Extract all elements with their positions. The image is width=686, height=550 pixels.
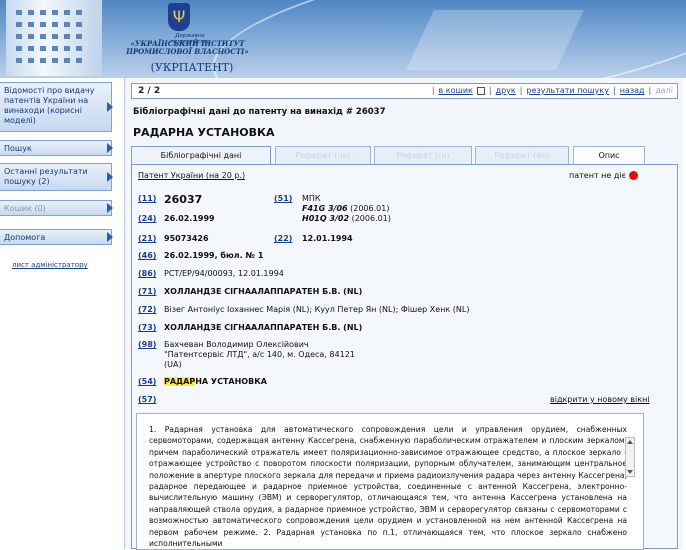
ipc-class-1: F41G 3/06 (2006.01) xyxy=(302,204,389,213)
open-new-window-link[interactable]: відкрити у новому вікні xyxy=(550,395,650,404)
tab-abstract-ua[interactable]: Реферат (ua) xyxy=(275,146,371,164)
main-content: 2 / 2 | в кошик | друк | результати пошу… xyxy=(124,78,683,550)
separator: | xyxy=(431,86,435,95)
code-72[interactable]: (72) xyxy=(138,305,156,314)
ipc-class-2-date: (2006.01) xyxy=(351,214,391,223)
building-illustration xyxy=(6,0,102,76)
owner: ХОЛЛАНДЗЕ СІГНААЛАППАРАТЕН Б.В. (NL) xyxy=(164,323,363,332)
org-name: «УКРАЇНСЬКИЙ ІНСТИТУТ ПРОМИСЛОВОЇ ВЛАСНО… xyxy=(120,40,255,56)
code-51[interactable]: (51) xyxy=(274,194,292,203)
tab-abstract-en[interactable]: Реферат (en) xyxy=(475,146,569,164)
applicant: ХОЛЛАНДЗЕ СІГНААЛАППАРАТЕН Б.В. (NL) xyxy=(164,287,363,296)
bulletin-date: 26.02.1999, бюл. № 1 xyxy=(164,251,264,260)
cart-checkbox[interactable] xyxy=(476,86,485,95)
bibliographic-panel: Патент України (на 20 р.) патент не діє … xyxy=(131,164,678,550)
header-banner: Ψ Державне підприємство «УКРАЇНСЬКИЙ ІНС… xyxy=(0,0,686,78)
patent-type-link[interactable]: Патент України (на 20 р.) xyxy=(138,171,245,180)
next-link: далі xyxy=(655,86,673,95)
org-short-name: (УКРПАТЕНТ) xyxy=(150,61,234,74)
pager: 2 / 2 xyxy=(138,86,161,96)
bibliographic-title: Бібліографічні дані до патенту на винахі… xyxy=(133,107,386,117)
ipc-label: МПК xyxy=(302,194,321,203)
ipc-class-1-date: (2006.01) xyxy=(350,204,390,213)
date-24: 26.02.1999 xyxy=(164,214,215,223)
code-54[interactable]: (54) xyxy=(138,377,156,386)
ipc-class-1-code: F41G 3/06 xyxy=(302,204,348,213)
attorney-country: (UA) xyxy=(164,360,182,369)
decorative-glass xyxy=(406,10,584,70)
ipc-class-2-code: H01Q 3/02 xyxy=(302,214,350,223)
code-98[interactable]: (98) xyxy=(138,340,156,349)
attorney-address: "Патентсервіс ЛТД", а/с 140, м. Одеса, 8… xyxy=(164,350,355,359)
separator: | xyxy=(612,86,616,95)
code-22[interactable]: (22) xyxy=(274,234,292,243)
sidebar-item-label: Пошук xyxy=(4,144,32,153)
tab-description[interactable]: Опис xyxy=(573,146,645,164)
claims-scrollbar[interactable] xyxy=(625,437,635,477)
code-71[interactable]: (71) xyxy=(138,287,156,296)
code-46[interactable]: (46) xyxy=(138,251,156,260)
status-red-dot-icon xyxy=(629,171,638,180)
invention-title-rest: НА УСТАНОВКА xyxy=(195,377,267,386)
sidebar-item-recent-results[interactable]: Останні результати пошуку (2) xyxy=(0,163,113,191)
sidebar-item-label: Кошик (0) xyxy=(4,204,46,213)
page-title: РАДАРНА УСТАНОВКА xyxy=(133,126,275,139)
patent-number: 26037 xyxy=(164,193,203,206)
inventors: Візег Антоніус Іоханнес Марія (NL); Куул… xyxy=(164,305,470,314)
trident-emblem-icon: Ψ xyxy=(168,3,190,31)
claims-text-box[interactable]: 1. Радарная установка для автоматическог… xyxy=(136,413,644,550)
code-24[interactable]: (24) xyxy=(138,214,156,223)
org-name-line2: ПРОМИСЛОВОЇ ВЛАСНОСТІ» xyxy=(126,47,249,56)
invention-title: РАДАРНА УСТАНОВКА xyxy=(164,377,267,386)
tab-abstract-ru[interactable]: Реферат (ru) xyxy=(374,146,472,164)
code-73[interactable]: (73) xyxy=(138,323,156,332)
separator: | xyxy=(648,86,652,95)
sidebar: Відомості про видачу патентів України на… xyxy=(0,78,122,549)
to-cart-link[interactable]: в кошик xyxy=(439,86,473,95)
sidebar-item-cart[interactable]: Кошик (0) xyxy=(0,200,113,216)
pct-application: PCT/EP/94/00093, 12.01.1994 xyxy=(164,269,284,278)
claims-text: 1. Радарная установка для автоматическог… xyxy=(149,425,627,549)
ipc-class-2: H01Q 3/02 (2006.01) xyxy=(302,214,391,223)
tab-bar: Бібліографічні дані Реферат (ua) Реферат… xyxy=(131,146,678,165)
status-text: патент не діє xyxy=(569,171,638,180)
separator: | xyxy=(488,86,492,95)
search-highlight: РАДАР xyxy=(164,377,196,386)
code-57[interactable]: (57) xyxy=(138,395,156,404)
sidebar-item-label: Останні результати пошуку (2) xyxy=(4,167,88,186)
sidebar-item-label: Відомості про видачу патентів України на… xyxy=(4,86,95,125)
tab-bibliographic[interactable]: Бібліографічні дані xyxy=(131,146,271,165)
sidebar-item-help[interactable]: Допомога xyxy=(0,229,113,245)
toolbar-actions: | в кошик | друк | результати пошуку | н… xyxy=(432,86,673,95)
attorney-name: Бахчеван Володимир Олексійович xyxy=(164,340,309,349)
sidebar-item-patents[interactable]: Відомості про видачу патентів України на… xyxy=(0,82,113,132)
sidebar-item-label: Допомога xyxy=(4,233,46,242)
toolbar: 2 / 2 | в кошик | друк | результати пошу… xyxy=(131,83,678,99)
back-link[interactable]: назад xyxy=(620,86,645,95)
code-86[interactable]: (86) xyxy=(138,269,156,278)
print-link[interactable]: друк xyxy=(496,86,516,95)
separator: | xyxy=(519,86,523,95)
code-11[interactable]: (11) xyxy=(138,194,156,203)
filing-date: 12.01.1994 xyxy=(302,234,353,243)
application-number: 95073426 xyxy=(164,234,209,243)
status-label: патент не діє xyxy=(569,171,626,180)
search-results-link[interactable]: результати пошуку xyxy=(526,86,609,95)
code-21[interactable]: (21) xyxy=(138,234,156,243)
sidebar-item-search[interactable]: Пошук xyxy=(0,140,113,156)
admin-letter-link[interactable]: лист адміністратору xyxy=(12,261,88,269)
